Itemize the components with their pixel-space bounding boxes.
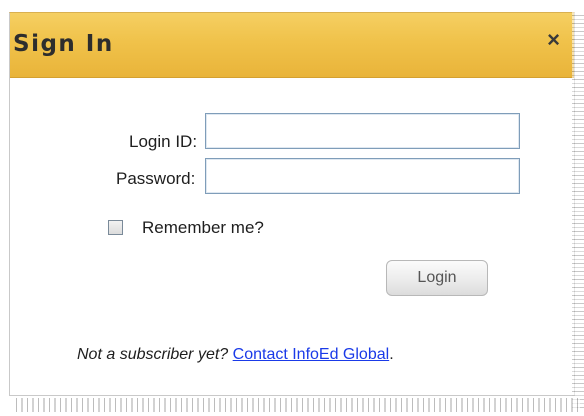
sign-in-dialog: Sign In × Login ID: Password: Remember m…	[9, 12, 575, 396]
password-input[interactable]	[205, 158, 520, 194]
login-button[interactable]: Login	[386, 260, 488, 296]
page: Sign In × Login ID: Password: Remember m…	[0, 0, 584, 416]
dialog-title: Sign In	[13, 31, 114, 57]
password-label: Password:	[116, 169, 196, 188]
subscriber-period: .	[389, 346, 394, 363]
dialog-header: Sign In ×	[10, 13, 574, 78]
close-icon[interactable]: ×	[547, 29, 560, 51]
remember-me-label[interactable]: Remember me?	[142, 218, 264, 238]
torn-edge-bottom	[12, 398, 580, 412]
torn-edge-right	[572, 12, 584, 408]
login-id-label: Login ID:	[129, 132, 198, 151]
contact-infoed-link[interactable]: Contact InfoEd Global	[233, 346, 390, 363]
subscriber-prompt: Not a subscriber yet? Contact InfoEd Glo…	[77, 346, 394, 364]
subscriber-prompt-text: Not a subscriber yet?	[77, 346, 229, 363]
remember-me-checkbox[interactable]	[108, 220, 123, 235]
login-id-input[interactable]	[205, 113, 520, 149]
